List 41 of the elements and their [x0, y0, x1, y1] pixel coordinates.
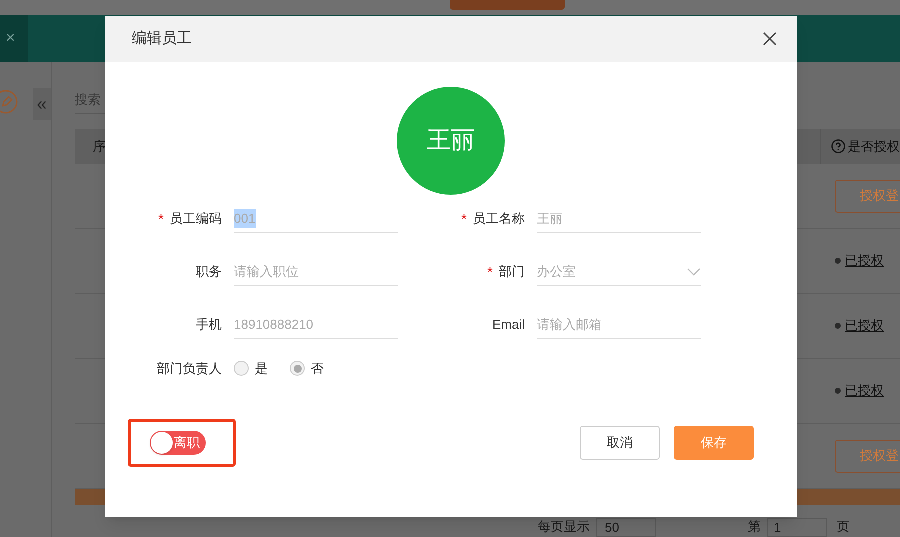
resign-toggle[interactable]: 离职 — [150, 430, 206, 454]
radio-option[interactable]: 否 — [290, 359, 324, 378]
close-icon[interactable] — [763, 32, 777, 46]
per-page-select[interactable]: 50 — [596, 518, 656, 537]
input-field[interactable]: 18910888210 — [234, 311, 398, 339]
collapse-button[interactable]: « — [33, 88, 51, 120]
column-header: 序 — [92, 138, 106, 156]
required-mark: * — [488, 264, 493, 279]
field-label: Email — [492, 316, 525, 334]
radio-option[interactable]: 是 — [234, 359, 268, 378]
dialog-title: 编辑员工 — [132, 28, 192, 49]
page-prefix: 第 — [748, 518, 761, 536]
edit-icon[interactable] — [0, 90, 18, 114]
input-field[interactable]: 请输入邮箱 — [537, 311, 701, 339]
authorized-link[interactable]: 已授权 — [845, 316, 884, 336]
cancel-button[interactable]: 取消 — [580, 426, 660, 460]
chevron-down-icon — [687, 268, 701, 276]
input-field[interactable]: 王丽 — [537, 205, 701, 233]
per-page-label: 每页显示 — [538, 518, 590, 536]
page-field[interactable]: 1 — [767, 518, 827, 537]
field-label: 员工名称 — [473, 210, 525, 228]
field-label: 员工编码 — [170, 210, 222, 228]
page-suffix: 页 — [837, 518, 850, 536]
authorized-link[interactable]: 已授权 — [845, 381, 884, 401]
required-mark: * — [462, 212, 467, 226]
authorized-link[interactable]: 已授权 — [845, 251, 884, 271]
help-icon — [831, 139, 846, 154]
field-label: 职务 — [196, 263, 222, 281]
open-tab[interactable]: × — [0, 15, 28, 62]
field-label: 手机 — [196, 316, 222, 334]
field-label: 部门 — [499, 263, 525, 281]
department-select[interactable]: 办公室 — [537, 258, 701, 286]
column-header: 是否授权 — [848, 138, 900, 156]
required-mark: * — [158, 212, 164, 226]
authorize-button[interactable]: 授权登 — [835, 440, 900, 472]
authorize-button[interactable]: 授权登 — [835, 180, 900, 212]
avatar: 王丽 — [397, 87, 505, 195]
save-button[interactable]: 保存 — [674, 426, 754, 460]
header-button[interactable] — [450, 0, 565, 10]
input-field[interactable]: 请输入职位 — [234, 258, 398, 286]
field-label: 部门负责人 — [156, 360, 223, 378]
